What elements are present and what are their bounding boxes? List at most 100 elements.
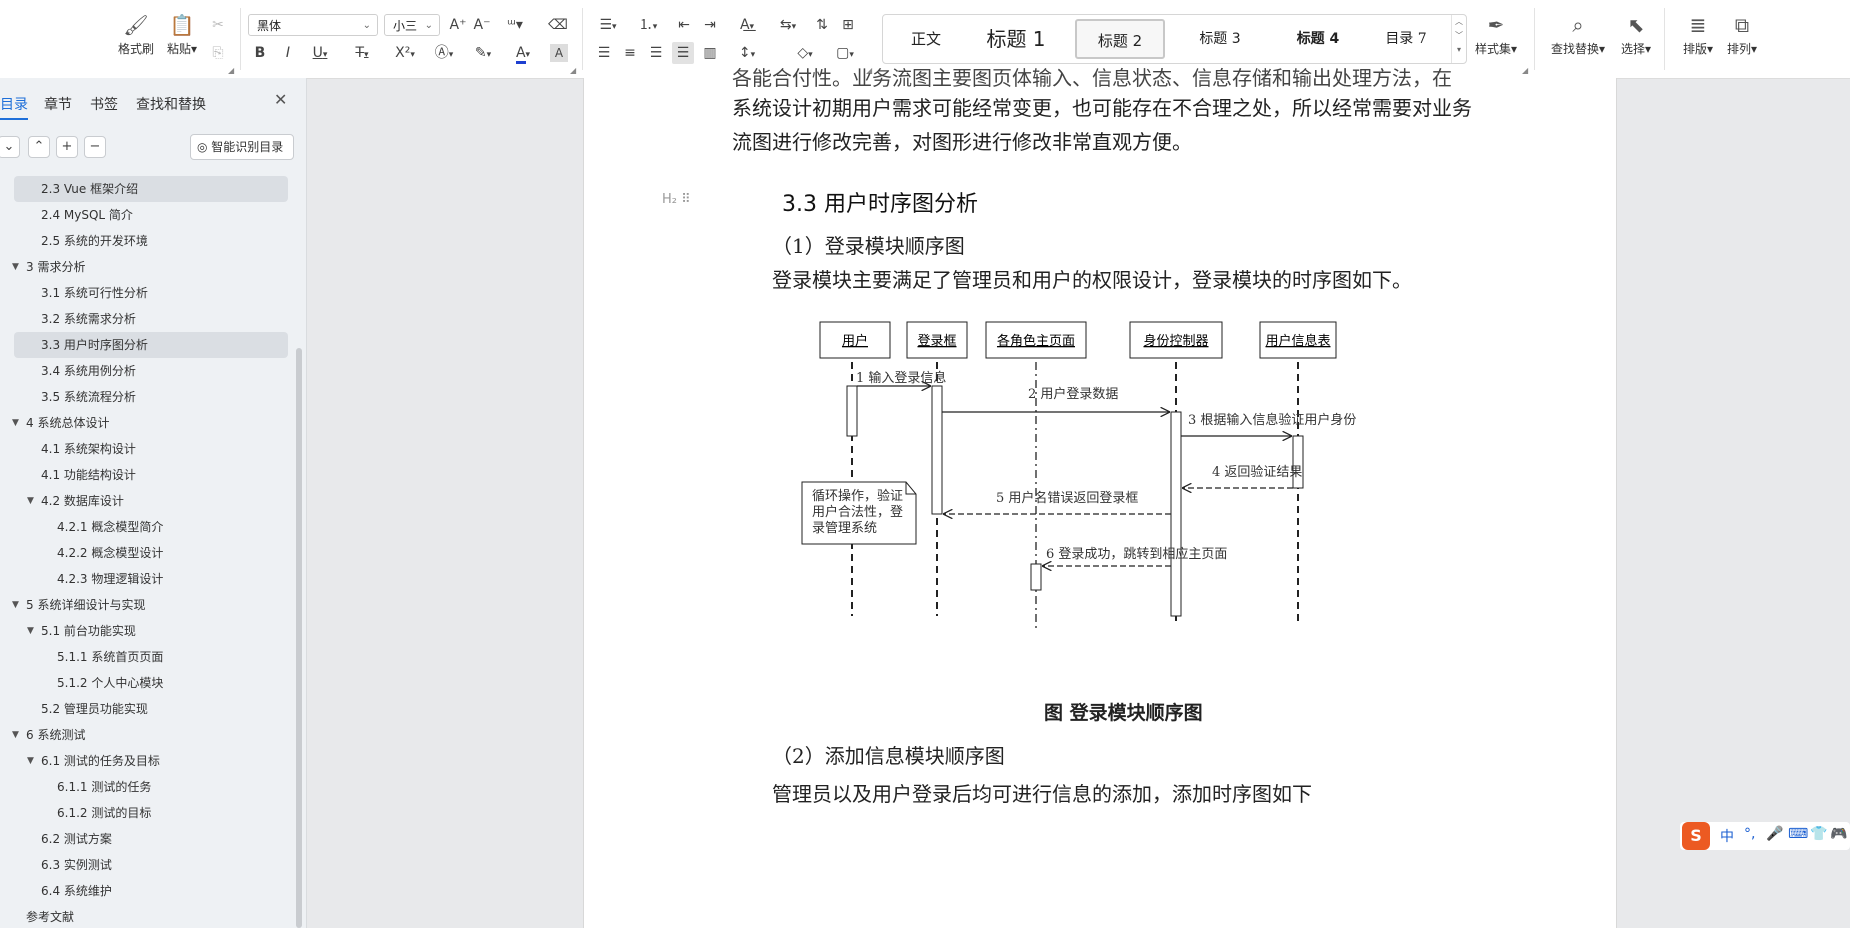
copy-icon[interactable]: ⎘: [208, 42, 228, 64]
toc-item[interactable]: ▼ 4 系统总体设计: [0, 410, 300, 436]
font-launcher-icon[interactable]: ◢: [570, 66, 576, 75]
toc-item[interactable]: 4.2.3 物理逻辑设计: [0, 566, 300, 592]
clear-format-icon[interactable]: ⌫: [548, 14, 568, 36]
toc-item[interactable]: 2.5 系统的开发环境: [0, 228, 300, 254]
layout-button[interactable]: ≣ 排版▾: [1674, 12, 1722, 57]
italic-button[interactable]: I: [278, 42, 298, 64]
toc-item[interactable]: 3.2 系统需求分析: [0, 306, 300, 332]
toc-item[interactable]: 6.1.2 测试的目标: [0, 800, 300, 826]
ime-language-toggle[interactable]: 中: [1720, 826, 1734, 846]
style-toc-7[interactable]: 目录 7: [1361, 19, 1451, 59]
punctuation-icon[interactable]: °,: [1744, 826, 1755, 842]
style-heading-3[interactable]: 标题 3: [1175, 19, 1265, 59]
skin-icon[interactable]: 👕: [1810, 826, 1827, 842]
highlight-icon[interactable]: ✎▾: [468, 42, 498, 64]
keyboard-icon[interactable]: ⌨: [1788, 826, 1808, 842]
cut-icon[interactable]: ✂: [208, 14, 228, 36]
toc-item[interactable]: 3.1 系统可行性分析: [0, 280, 300, 306]
phonetic-guide-icon[interactable]: ᵚ▾: [500, 14, 530, 36]
find-replace-button[interactable]: ⌕ 查找替换▾: [1548, 12, 1608, 57]
toc-item[interactable]: ▼ 5.1 前台功能实现: [0, 618, 300, 644]
shading-icon[interactable]: ◇▾: [790, 42, 820, 64]
toc-item[interactable]: 6.1.1 测试的任务: [0, 774, 300, 800]
remove-heading-button[interactable]: −: [84, 136, 106, 158]
toc-item[interactable]: ▼ 6 系统测试: [0, 722, 300, 748]
align-right-icon[interactable]: ☰: [646, 42, 666, 64]
justify-icon[interactable]: ☰: [672, 42, 694, 64]
tab-bookmarks[interactable]: 书签: [90, 94, 118, 114]
numbered-list-icon[interactable]: ⒈▾: [634, 14, 662, 36]
toc-item[interactable]: ▼ 6.1 测试的任务及目标: [0, 748, 300, 774]
document-page[interactable]: 各能合付性。业务流图主要图页体输入、信息状态、信息存储和输出处理方法，在 系统设…: [583, 66, 1617, 928]
toc-item[interactable]: 4.1 功能结构设计: [0, 462, 300, 488]
shrink-font-icon[interactable]: A⁻: [472, 14, 492, 36]
styles-scroll[interactable]: ︿ ﹀ ▾: [1451, 15, 1466, 63]
nav-scrollbar[interactable]: [296, 348, 302, 928]
toc-item[interactable]: 2.4 MySQL 简介: [0, 202, 300, 228]
distributed-align-icon[interactable]: ▥: [700, 42, 720, 64]
tab-find-replace[interactable]: 查找和替换: [136, 94, 206, 114]
font-color-button[interactable]: A▾: [508, 42, 538, 64]
borders-icon[interactable]: ▢▾: [830, 42, 860, 64]
style-normal[interactable]: 正文: [891, 19, 961, 59]
styles-launcher-icon[interactable]: ◢: [1522, 66, 1528, 75]
bullet-list-icon[interactable]: ☰▾: [594, 14, 622, 36]
close-icon[interactable]: ✕: [274, 90, 287, 109]
select-button[interactable]: ⬉ 选择▾: [1612, 12, 1660, 57]
toc-item[interactable]: 5.2 管理员功能实现: [0, 696, 300, 722]
font-name-select[interactable]: 黑体 ⌄: [248, 14, 378, 36]
text-effect-icon[interactable]: Ⓐ▾: [430, 42, 458, 64]
caret-down-icon[interactable]: ▼: [27, 488, 34, 514]
toc-item[interactable]: ▼ 3 需求分析: [0, 254, 300, 280]
clipboard-launcher-icon[interactable]: ◢: [228, 66, 234, 75]
arrange-button[interactable]: ⧉ 排列▾: [1718, 12, 1766, 57]
style-heading-1[interactable]: 标题 1: [971, 19, 1061, 59]
caret-down-icon[interactable]: ▼: [27, 748, 34, 774]
toc-item[interactable]: 6.4 系统维护: [0, 878, 300, 904]
caret-down-icon[interactable]: ▼: [27, 618, 34, 644]
toc-item[interactable]: 4.1 系统架构设计: [0, 436, 300, 462]
toc-item[interactable]: 6.2 测试方案: [0, 826, 300, 852]
mic-icon[interactable]: 🎤: [1766, 826, 1783, 842]
toc-item[interactable]: ▼ 4.2 数据库设计: [0, 488, 300, 514]
superscript-button[interactable]: X²▾: [388, 42, 422, 64]
smart-toc-button[interactable]: ◎ 智能识别目录: [190, 134, 294, 160]
format-painter-button[interactable]: 🖌 格式刷: [112, 12, 160, 57]
toc-item[interactable]: 3.3 用户时序图分析: [14, 332, 288, 358]
toc-item[interactable]: 3.4 系统用例分析: [0, 358, 300, 384]
show-marks-icon[interactable]: ⊞: [838, 14, 858, 36]
collapse-all-button[interactable]: ⌄: [0, 136, 20, 158]
expand-up-button[interactable]: ⌃: [28, 136, 50, 158]
caret-down-icon[interactable]: ▼: [12, 254, 19, 280]
style-set-button[interactable]: ✒ 样式集▾: [1472, 12, 1520, 57]
sogou-logo-icon[interactable]: S: [1682, 822, 1710, 850]
toc-item[interactable]: 4.2.1 概念模型简介: [0, 514, 300, 540]
toc-item[interactable]: 6.3 实例测试: [0, 852, 300, 878]
style-heading-2[interactable]: 标题 2: [1075, 19, 1165, 59]
line-spacing-options-icon[interactable]: ⇆▾: [774, 14, 802, 36]
toc-item[interactable]: 2.3 Vue 框架介绍: [14, 176, 288, 202]
toc-item[interactable]: 3.5 系统流程分析: [0, 384, 300, 410]
add-heading-button[interactable]: +: [56, 136, 78, 158]
caret-down-icon[interactable]: ▼: [12, 722, 19, 748]
grow-font-icon[interactable]: A⁺: [448, 14, 468, 36]
underline-button[interactable]: U▾: [306, 42, 334, 64]
toolbox-icon[interactable]: 🎮: [1830, 826, 1847, 842]
align-left-icon[interactable]: ☰: [594, 42, 614, 64]
toc-item[interactable]: 5.1.1 系统首页页面: [0, 644, 300, 670]
font-size-select[interactable]: 小三 ⌄: [384, 14, 440, 36]
align-center-icon[interactable]: ≡: [620, 42, 640, 64]
toc-item[interactable]: 5.1.2 个人中心模块: [0, 670, 300, 696]
caret-down-icon[interactable]: ▼: [12, 592, 19, 618]
decrease-indent-icon[interactable]: ⇤: [674, 14, 694, 36]
tab-toc[interactable]: 目录: [0, 94, 28, 120]
bold-button[interactable]: B: [250, 42, 270, 64]
line-spacing-icon[interactable]: ↕▾: [732, 42, 762, 64]
toc-item[interactable]: 参考文献: [0, 904, 300, 928]
toc-item[interactable]: 4.2.2 概念模型设计: [0, 540, 300, 566]
toc-item[interactable]: ▼ 5 系统详细设计与实现: [0, 592, 300, 618]
char-shading-button[interactable]: A: [550, 44, 568, 62]
text-direction-icon[interactable]: A͟▾: [732, 14, 762, 36]
sort-icon[interactable]: ⇅: [812, 14, 832, 36]
heading-level-marker[interactable]: H₂ ⠿: [662, 192, 691, 207]
